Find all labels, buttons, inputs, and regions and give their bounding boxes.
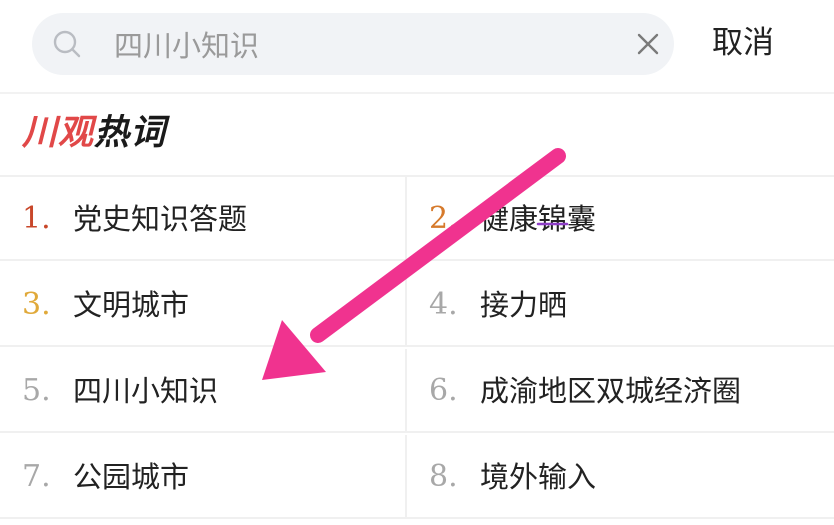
hot-word-rank: 1. xyxy=(22,201,51,236)
search-input[interactable] xyxy=(114,25,594,63)
search-icon xyxy=(52,29,82,59)
hot-word-item-4[interactable]: 4. 接力晒 xyxy=(407,263,834,347)
hot-word-item-1[interactable]: 1. 党史知识答题 xyxy=(0,177,407,261)
hot-word-item-3[interactable]: 3. 文明城市 xyxy=(0,263,407,347)
hot-words-grid: 1. 党史知识答题 2. 健康锦囊 3. 文明城市 4. 接力晒 5. 四川小知… xyxy=(0,175,834,525)
hot-word-item-6[interactable]: 6. 成渝地区双城经济圈 xyxy=(407,349,834,433)
hot-word-item-8[interactable]: 8. 境外输入 xyxy=(407,435,834,519)
search-box[interactable] xyxy=(32,13,674,75)
hot-word-label: 健康锦囊 xyxy=(480,202,597,236)
hot-word-item-2[interactable]: 2. 健康锦囊 xyxy=(407,177,834,261)
hot-word-label: 公园城市 xyxy=(73,460,190,494)
hot-words-title: 川观热词 xyxy=(22,108,166,158)
hot-word-rank: 7. xyxy=(22,459,51,494)
hot-word-label: 境外输入 xyxy=(480,460,597,494)
search-header: 取消 xyxy=(0,0,834,92)
hot-word-label: 党史知识答题 xyxy=(73,202,248,236)
hot-word-rank: 5. xyxy=(22,373,51,408)
divider xyxy=(0,92,834,94)
hot-word-rank: 4. xyxy=(429,287,458,322)
hot-word-label: 文明城市 xyxy=(73,288,190,322)
hot-word-item-5[interactable]: 5. 四川小知识 xyxy=(0,349,407,433)
hot-word-rank: 8. xyxy=(429,459,458,494)
close-icon[interactable] xyxy=(635,31,661,57)
cancel-button[interactable]: 取消 xyxy=(712,23,774,63)
hot-word-label: 成渝地区双城经济圈 xyxy=(480,374,742,408)
search-page: 取消 川观热词 1. 党史知识答题 2. 健康锦囊 3. 文明城市 4. 接力晒… xyxy=(0,0,834,525)
hot-word-label: 四川小知识 xyxy=(73,374,219,408)
hot-word-rank: 2. xyxy=(429,201,458,236)
hot-word-rank: 3. xyxy=(22,287,51,322)
hot-word-item-7[interactable]: 7. 公园城市 xyxy=(0,435,407,519)
hot-word-label: 接力晒 xyxy=(480,288,568,322)
hot-words-title-accent: 川观 xyxy=(22,112,95,153)
hot-words-title-rest: 热词 xyxy=(94,112,167,153)
hot-word-rank: 6. xyxy=(429,373,458,408)
